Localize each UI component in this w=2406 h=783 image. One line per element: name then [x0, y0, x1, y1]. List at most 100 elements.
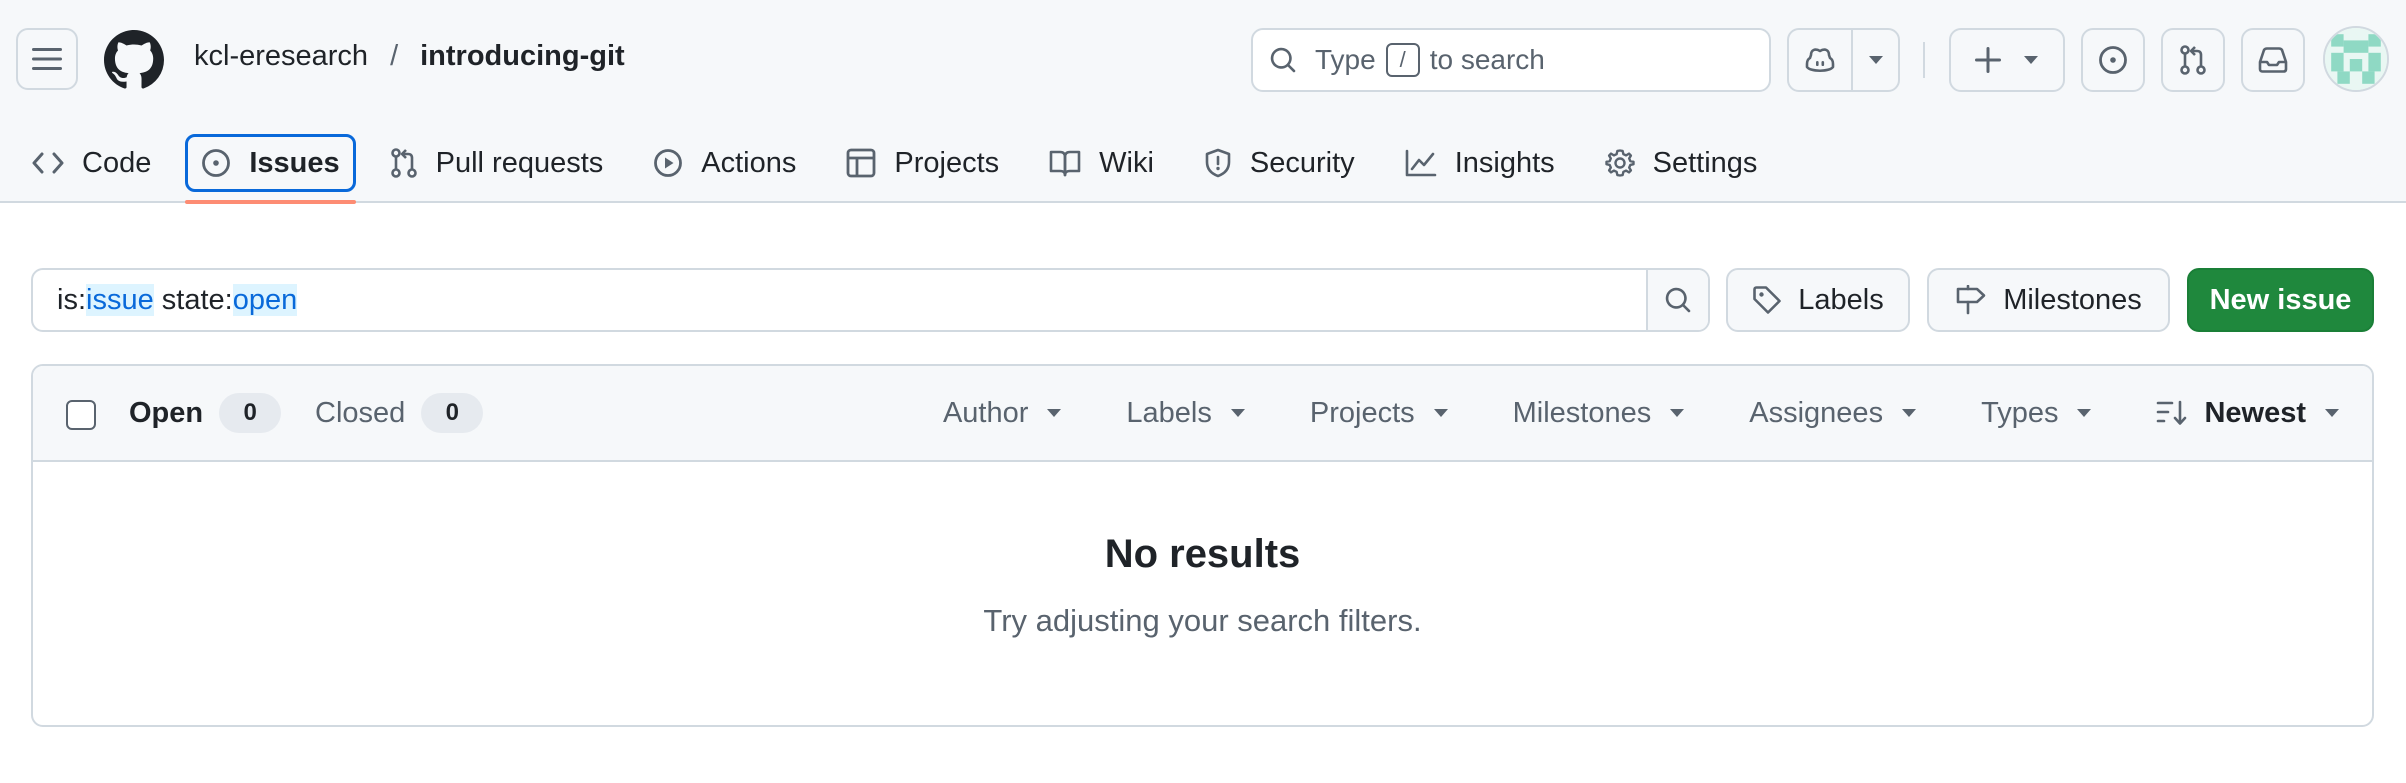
closed-issues-label: Closed — [315, 396, 406, 429]
search-shortcut-key: / — [1385, 43, 1420, 77]
labels-button-label: Labels — [1798, 283, 1884, 316]
github-logo-icon[interactable] — [104, 30, 164, 90]
milestones-filter-dropdown[interactable]: Milestones — [1513, 397, 1686, 430]
triangle-down-icon — [2077, 409, 2092, 417]
open-issues-tab[interactable]: Open 0 — [129, 392, 282, 434]
global-bar: kcl-eresearch / introducing-git Type / t… — [0, 0, 2406, 120]
open-global-navigation-button[interactable] — [16, 28, 78, 90]
triangle-down-icon — [2024, 56, 2038, 64]
labels-filter-label: Labels — [1126, 396, 1212, 429]
triangle-down-icon — [1047, 409, 1062, 417]
three-bars-icon — [32, 48, 62, 70]
your-issues-button[interactable] — [2081, 28, 2145, 92]
types-filter-label: Types — [1981, 396, 2059, 429]
user-avatar[interactable] — [2323, 26, 2389, 92]
git-pull-request-icon — [2180, 45, 2206, 75]
issues-list: Open 0 Closed 0 Author Labels Projects M… — [31, 364, 2374, 727]
tab-code-label: Code — [82, 146, 152, 179]
breadcrumb-repo-link[interactable]: introducing-git — [420, 40, 625, 73]
repository-navigation: Code Issues Pull requests Actions Projec… — [16, 124, 1791, 204]
sort-label: Newest — [2204, 396, 2306, 429]
tag-icon — [1753, 286, 1782, 314]
tab-wiki-label: Wiki — [1099, 146, 1154, 179]
search-placeholder-prefix: Type — [1315, 44, 1376, 75]
tab-pull-requests-label: Pull requests — [435, 146, 604, 179]
tab-security-label: Security — [1249, 146, 1355, 179]
tab-settings-label: Settings — [1652, 146, 1758, 179]
author-filter-label: Author — [942, 396, 1029, 429]
header-divider — [1923, 42, 1925, 78]
tab-insights-label: Insights — [1454, 146, 1555, 179]
inbox-icon — [2258, 47, 2288, 73]
empty-state-message: Try adjusting your search filters. — [983, 603, 1422, 638]
breadcrumb: kcl-eresearch / introducing-git — [194, 40, 625, 73]
labels-filter-dropdown[interactable]: Labels — [1126, 397, 1245, 430]
triangle-down-icon — [2325, 409, 2339, 417]
sort-dropdown[interactable]: Newest — [2156, 397, 2340, 430]
copilot-button-group — [1787, 28, 1900, 92]
empty-state-title: No results — [1104, 532, 1301, 576]
triangle-down-icon — [1230, 409, 1245, 417]
author-filter-dropdown[interactable]: Author — [943, 397, 1062, 430]
assignees-filter-dropdown[interactable]: Assignees — [1749, 397, 1917, 430]
tab-issues[interactable]: Issues — [185, 134, 356, 204]
open-issues-label: Open — [129, 396, 204, 429]
play-icon — [653, 148, 683, 178]
notifications-inbox-button[interactable] — [2241, 28, 2305, 92]
copilot-icon — [1805, 48, 1835, 73]
milestones-button-label: Milestones — [2003, 283, 2142, 316]
git-pull-request-icon — [390, 148, 418, 178]
table-icon — [846, 148, 876, 178]
triangle-down-icon — [1902, 409, 1917, 417]
tab-code[interactable]: Code — [16, 134, 167, 192]
open-issues-count: 0 — [219, 393, 282, 433]
issue-opened-icon — [201, 148, 231, 178]
milestones-filter-label: Milestones — [1512, 396, 1652, 429]
query-token-highlight: issue — [86, 283, 154, 316]
copilot-dropdown-button[interactable] — [1853, 30, 1898, 90]
milestone-icon — [1956, 285, 1986, 315]
empty-state: No results Try adjusting your search fil… — [33, 462, 2372, 725]
milestones-button[interactable]: Milestones — [1927, 268, 2170, 332]
filter-query[interactable]: is:issue state:open — [33, 283, 1646, 317]
closed-issues-count: 0 — [421, 393, 484, 433]
triangle-down-icon — [1868, 56, 1883, 64]
types-filter-dropdown[interactable]: Types — [1981, 397, 2092, 430]
issues-list-header: Open 0 Closed 0 Author Labels Projects M… — [33, 366, 2372, 462]
create-new-button[interactable] — [1949, 28, 2065, 92]
filter-search-button[interactable] — [1646, 270, 1708, 330]
issue-filter-menus: Author Labels Projects Milestones Assign… — [879, 392, 2340, 434]
issue-opened-icon — [2099, 46, 2127, 74]
gear-icon — [1604, 148, 1635, 178]
plus-icon — [1975, 47, 2001, 73]
issues-filter-input[interactable]: is:issue state:open — [31, 268, 1710, 332]
closed-issues-tab[interactable]: Closed 0 — [315, 392, 484, 434]
query-token: state: — [153, 283, 233, 316]
global-search-input[interactable]: Type / to search — [1251, 28, 1771, 92]
tab-security[interactable]: Security — [1188, 134, 1371, 192]
assignees-filter-label: Assignees — [1749, 396, 1884, 429]
tab-actions-label: Actions — [701, 146, 797, 179]
search-icon — [1665, 287, 1691, 313]
query-token: is: — [57, 283, 86, 316]
labels-button[interactable]: Labels — [1726, 268, 1910, 332]
tab-wiki[interactable]: Wiki — [1033, 134, 1170, 192]
copilot-button[interactable] — [1789, 30, 1853, 90]
select-all-checkbox[interactable] — [66, 400, 96, 430]
tab-insights[interactable]: Insights — [1389, 134, 1571, 192]
tab-issues-label: Issues — [249, 146, 340, 179]
your-pull-requests-button[interactable] — [2161, 28, 2225, 92]
search-placeholder-suffix: to search — [1429, 44, 1545, 75]
breadcrumb-owner-link[interactable]: kcl-eresearch — [194, 40, 368, 73]
tab-settings[interactable]: Settings — [1589, 134, 1774, 192]
breadcrumb-separator: / — [390, 40, 399, 72]
new-issue-button[interactable]: New issue — [2187, 268, 2374, 332]
tab-pull-requests[interactable]: Pull requests — [374, 134, 620, 192]
tab-actions[interactable]: Actions — [637, 134, 812, 192]
projects-filter-dropdown[interactable]: Projects — [1310, 397, 1449, 430]
search-icon — [1269, 46, 1297, 74]
tab-projects[interactable]: Projects — [830, 134, 1015, 192]
code-icon — [32, 151, 64, 175]
query-token-highlight: open — [232, 283, 298, 316]
app-header: kcl-eresearch / introducing-git Type / t… — [0, 0, 2406, 204]
